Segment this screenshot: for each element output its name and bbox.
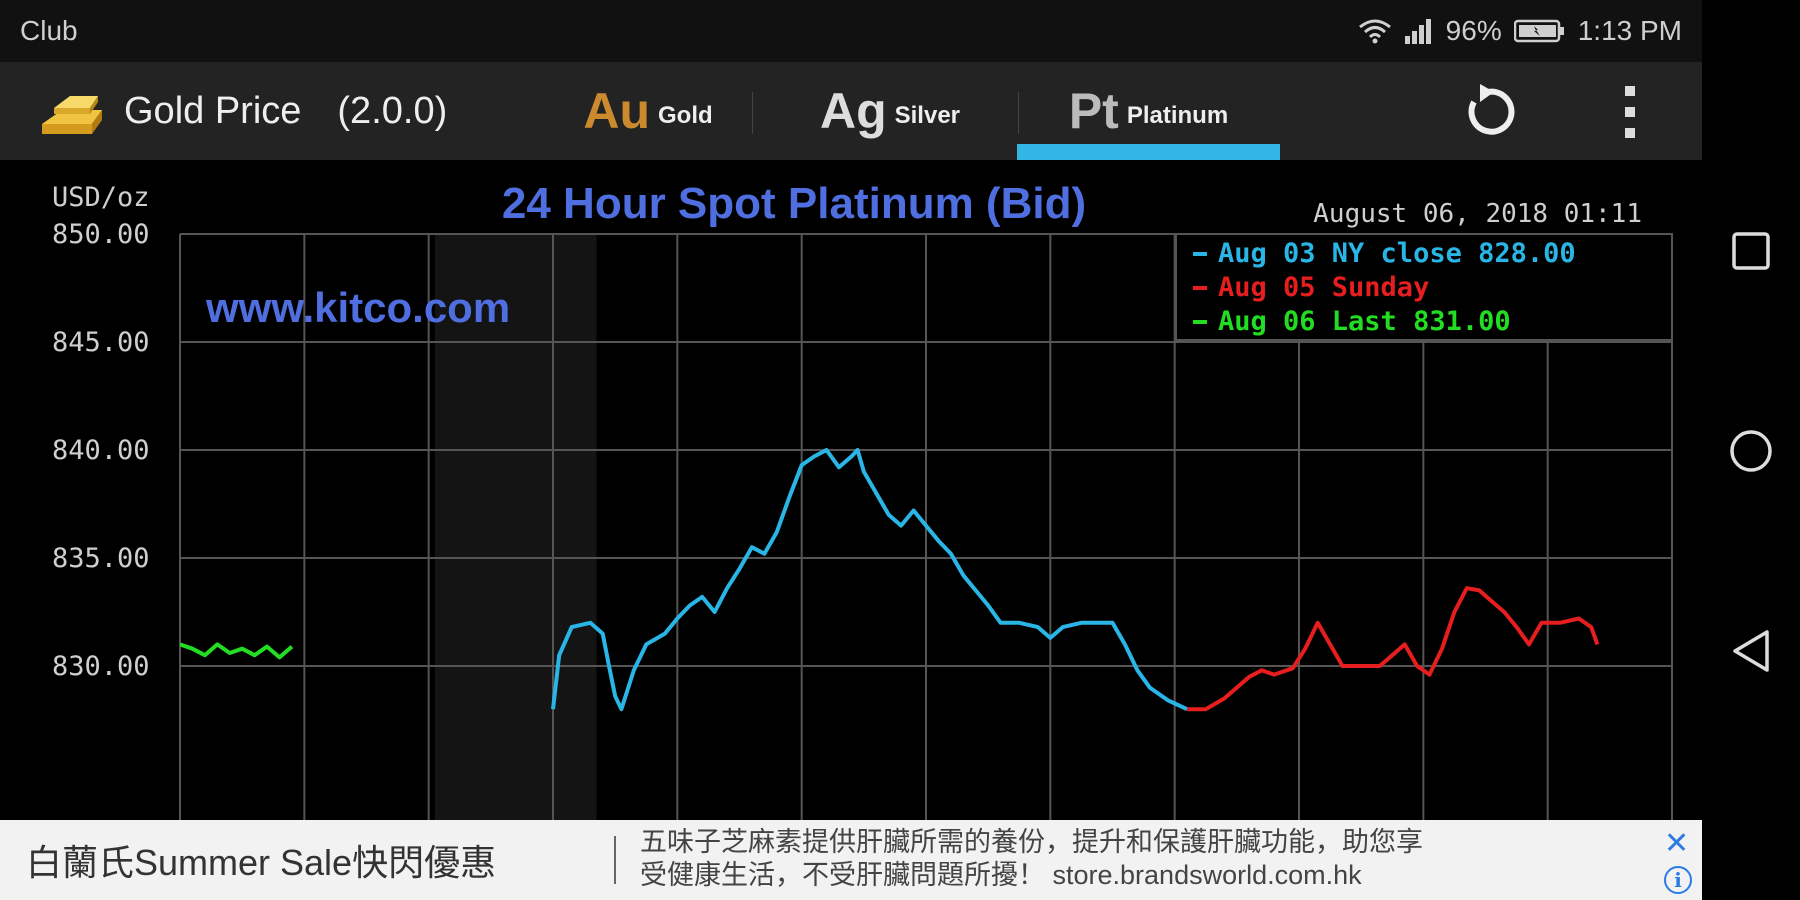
app-bar: Gold Price (2.0.0) Au Gold Ag Silver Pt …	[0, 62, 1702, 160]
y-tick-label: 850.00	[52, 219, 150, 250]
legend-entry: Aug 05 Sunday	[1218, 272, 1429, 303]
y-tick-label: 845.00	[52, 327, 150, 358]
chart-area: 850.00 845.00 840.00 835.00 830.00 USD/oz 24 H…	[0, 160, 1702, 820]
app-title-group: Gold Price (2.0.0)	[32, 62, 447, 160]
back-button[interactable]	[1722, 622, 1780, 680]
wifi-icon	[1358, 19, 1391, 44]
ad-headline: 白蘭氏Summer Sale快閃優惠	[26, 842, 497, 883]
tab-selected-indicator	[1017, 144, 1280, 160]
tab-silver-name: Silver	[894, 102, 961, 129]
ad-line-1: 五味子芝麻素提供肝臟所需的養份，提升和保護肝臟功能，助您享	[640, 827, 1423, 857]
ad-line-2: 受健康生活，不受肝臟問題所擾！ store.brandsworld.com.hk	[640, 860, 1362, 890]
tab-platinum-name: Platinum	[1126, 102, 1229, 129]
legend-entry: Aug 03 NY close 828.00	[1218, 238, 1576, 269]
series-line	[1187, 586, 1600, 712]
status-icons: 96% 1:13 PM	[1358, 15, 1682, 47]
clock: 1:13 PM	[1577, 15, 1682, 46]
gold-bar-icon	[42, 96, 102, 134]
series-line	[180, 642, 294, 660]
carrier-label: Club	[20, 15, 78, 46]
recents-button[interactable]	[1722, 222, 1780, 280]
y-tick-label: 835.00	[52, 543, 150, 574]
tab-silver[interactable]: Ag Silver	[790, 62, 990, 160]
triangle-back-icon	[1733, 630, 1769, 672]
y-tick-label: 840.00	[52, 435, 150, 466]
chart-timestamp: August 06, 2018 01:11	[1313, 199, 1642, 229]
home-button[interactable]	[1722, 422, 1780, 480]
square-icon	[1732, 232, 1770, 270]
battery-icon	[1513, 19, 1564, 43]
ad-info-icon[interactable]: i	[1664, 866, 1692, 894]
more-vert-icon	[1625, 86, 1635, 138]
y-axis-label: USD/oz	[52, 182, 150, 213]
circle-icon	[1730, 430, 1772, 472]
app-version: (2.0.0)	[337, 89, 448, 132]
tab-silver-symbol: Ag	[819, 83, 887, 139]
system-nav-bar	[1702, 0, 1800, 900]
battery-percent: 96%	[1445, 15, 1502, 46]
chart-title: 24 Hour Spot Platinum (Bid)	[502, 179, 1086, 228]
tab-divider	[752, 92, 753, 134]
app-title: Gold Price	[124, 89, 302, 132]
ad-banner[interactable]: 白蘭氏Summer Sale快閃優惠 五味子芝麻素提供肝臟所需的養份，提升和保護…	[0, 820, 1702, 900]
tab-gold[interactable]: Au Gold	[548, 62, 748, 160]
refresh-button[interactable]	[1456, 80, 1520, 144]
tab-gold-name: Gold	[658, 102, 713, 129]
refresh-icon	[1468, 84, 1515, 135]
legend-entry: Aug 06 Last 831.00	[1218, 306, 1511, 337]
tab-gold-symbol: Au	[583, 83, 650, 139]
ad-divider	[614, 836, 616, 884]
series-line	[551, 448, 1188, 712]
status-bar: Club 96% 1:13 PM	[0, 0, 1702, 62]
tab-platinum-symbol: Pt	[1068, 83, 1119, 139]
overflow-menu-button[interactable]	[1612, 80, 1648, 144]
signal-icon	[1404, 19, 1431, 44]
ad-close-icon[interactable]: ✕	[1664, 826, 1689, 861]
y-tick-label: 830.00	[52, 651, 150, 682]
ad-body: 五味子芝麻素提供肝臟所需的養份，提升和保護肝臟功能，助您享 受健康生活，不受肝臟…	[640, 826, 1640, 892]
price-chart: 850.00 845.00 840.00 835.00 830.00 USD/oz 24 H…	[52, 179, 1673, 820]
watermark-text: www.kitco.com	[205, 284, 510, 331]
